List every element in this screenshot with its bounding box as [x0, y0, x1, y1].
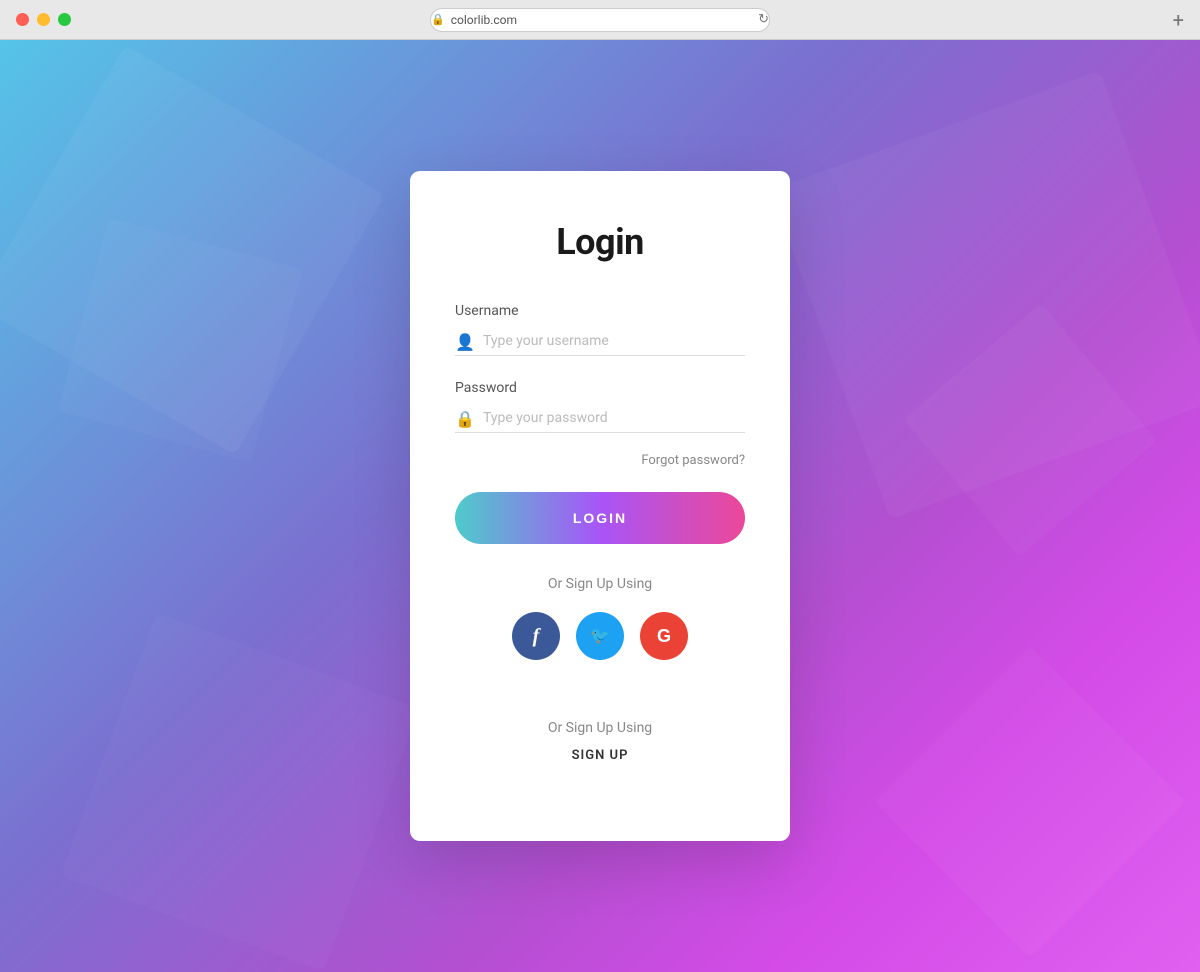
password-field-group: Password 🔒 [455, 380, 745, 433]
username-input[interactable] [455, 327, 745, 356]
minimize-button[interactable] [37, 13, 50, 26]
browser-chrome: 🔒 colorlib.com ↻ + [0, 0, 1200, 40]
decorative-shape-5 [61, 613, 420, 972]
close-button[interactable] [16, 13, 29, 26]
or-sign-up-text: Or Sign Up Using [548, 576, 652, 592]
twitter-button[interactable]: 🐦 [576, 612, 624, 660]
new-tab-button[interactable]: + [1173, 8, 1184, 32]
decorative-shape-6 [874, 646, 1185, 957]
username-field-group: Username 👤 [455, 303, 745, 356]
google-button[interactable]: G [640, 612, 688, 660]
password-label: Password [455, 380, 745, 396]
login-card: Login Username 👤 Password 🔒 Forgot passw… [410, 171, 790, 841]
username-label: Username [455, 303, 745, 319]
or-signup-text-bottom: Or Sign Up Using [548, 720, 652, 736]
password-input[interactable] [455, 404, 745, 433]
login-button[interactable]: LOGIN [455, 492, 745, 544]
facebook-button[interactable]: f [512, 612, 560, 660]
lock-icon: 🔒 [431, 13, 445, 26]
url-text: colorlib.com [451, 13, 517, 27]
twitter-icon: 🐦 [590, 626, 610, 646]
google-icon: G [657, 626, 671, 647]
lock-icon: 🔒 [455, 409, 475, 428]
password-input-wrapper: 🔒 [455, 404, 745, 433]
address-bar[interactable]: 🔒 colorlib.com ↻ [430, 8, 770, 32]
browser-content: Login Username 👤 Password 🔒 Forgot passw… [0, 40, 1200, 972]
signup-link[interactable]: SIGN UP [572, 748, 629, 763]
maximize-button[interactable] [58, 13, 71, 26]
social-buttons-group: f 🐦 G [512, 612, 688, 660]
username-input-wrapper: 👤 [455, 327, 745, 356]
page-title: Login [556, 221, 644, 263]
traffic-lights [16, 13, 71, 26]
forgot-password-link[interactable]: Forgot password? [641, 453, 745, 468]
forgot-password-container: Forgot password? [455, 449, 745, 468]
reload-icon[interactable]: ↻ [758, 12, 769, 27]
facebook-icon: f [533, 625, 540, 648]
user-icon: 👤 [455, 332, 475, 351]
